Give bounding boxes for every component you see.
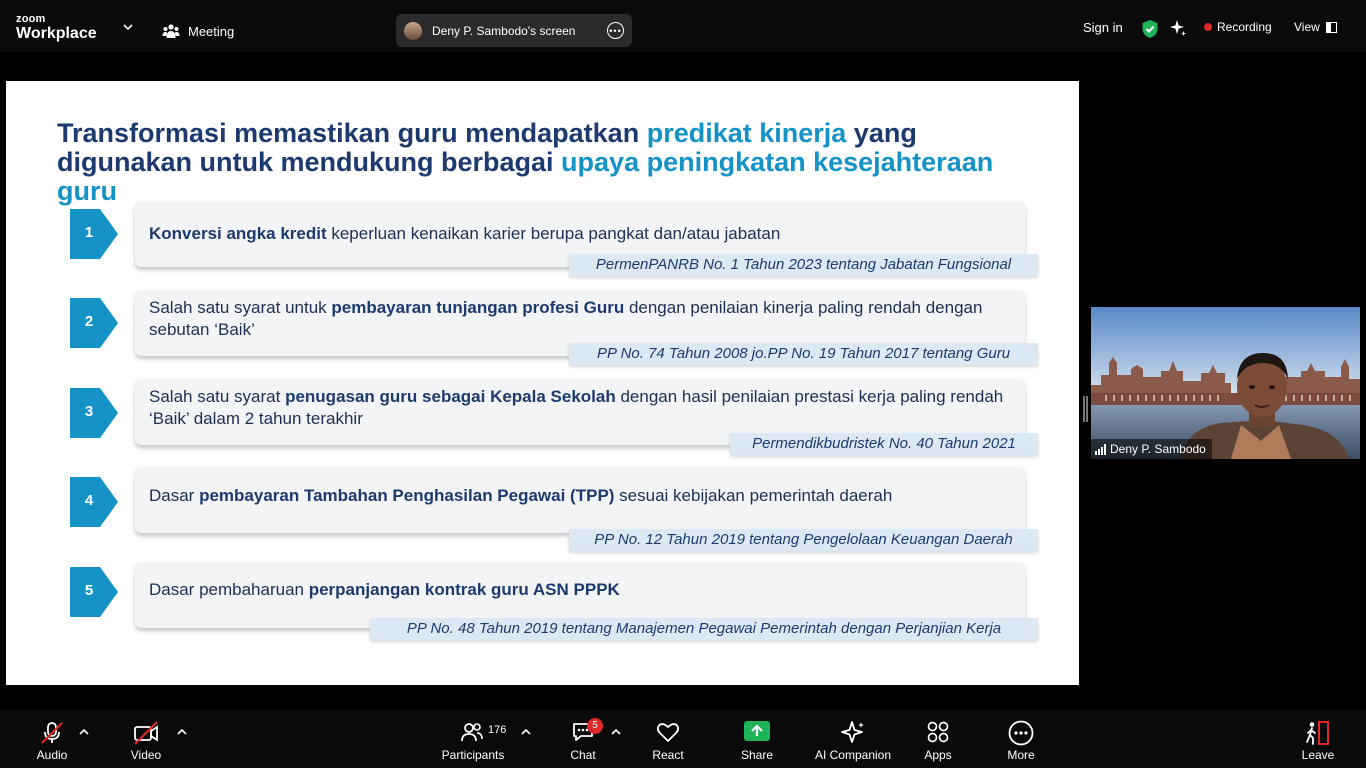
- more-options-icon[interactable]: •••: [607, 22, 624, 39]
- reference-label: PermenPANRB No. 1 Tahun 2023 tentang Jab…: [569, 254, 1038, 276]
- screen-share-indicator[interactable]: Deny P. Sambodo's screen •••: [396, 14, 632, 47]
- item-text: Dasar pembayaran Tambahan Penghasilan Pe…: [149, 486, 893, 505]
- camera-off-icon: [134, 721, 158, 745]
- participant-name: Deny P. Sambodo: [1110, 442, 1206, 456]
- apps-button[interactable]: Apps: [918, 710, 958, 768]
- ai-companion-icon: [841, 721, 864, 743]
- item-number: 4: [84, 492, 94, 509]
- audio-label: Audio: [36, 748, 68, 762]
- item-number: 3: [84, 403, 94, 420]
- title-part-1: Transformasi memastikan guru mendapatkan: [57, 118, 647, 148]
- ai-companion-button[interactable]: AI Companion: [811, 710, 895, 768]
- heart-icon: [656, 723, 680, 742]
- ai-sparkle-icon[interactable]: [1169, 19, 1187, 37]
- panel-resize-handle[interactable]: [1083, 396, 1088, 422]
- ai-companion-label: AI Companion: [814, 748, 892, 762]
- number-badge-5: 5: [70, 567, 118, 617]
- video-label: Video: [130, 748, 162, 762]
- reference-label: PP No. 48 Tahun 2019 tentang Manajemen P…: [370, 618, 1038, 640]
- shared-slide: Transformasi memastikan guru mendapatkan…: [6, 81, 1079, 685]
- participant-name-label: Deny P. Sambodo: [1091, 439, 1212, 459]
- number-badge-3: 3: [70, 388, 118, 438]
- reference-label: PP No. 74 Tahun 2008 jo.PP No. 19 Tahun …: [569, 343, 1038, 365]
- chat-unread-badge: 5: [587, 718, 603, 734]
- react-button[interactable]: React: [648, 710, 688, 768]
- participants-button[interactable]: 176 Participants: [440, 710, 506, 768]
- item-number: 1: [84, 224, 94, 241]
- view-layout-icon: [1325, 21, 1337, 33]
- participants-label: Participants: [441, 748, 505, 762]
- share-button[interactable]: Share: [737, 710, 777, 768]
- chevron-up-icon[interactable]: [611, 728, 621, 736]
- sign-in-link[interactable]: Sign in: [1083, 20, 1123, 35]
- participant-video-tile[interactable]: Deny P. Sambodo: [1091, 307, 1360, 459]
- video-button[interactable]: Video: [124, 710, 168, 768]
- more-icon: [1008, 720, 1034, 746]
- react-label: React: [652, 748, 684, 762]
- number-badge-2: 2: [70, 298, 118, 348]
- avatar: [404, 21, 422, 40]
- chat-button[interactable]: 5 Chat: [563, 710, 603, 768]
- chat-label: Chat: [570, 748, 596, 762]
- chevron-down-icon[interactable]: [122, 22, 134, 32]
- recording-indicator[interactable]: Recording: [1204, 20, 1272, 34]
- meeting-people-icon: [162, 24, 180, 38]
- item-text: Salah satu syarat penugasan guru sebagai…: [149, 387, 1004, 428]
- apps-icon: [927, 721, 949, 743]
- screen-share-label: Deny P. Sambodo's screen: [432, 23, 576, 38]
- number-badge-1: 1: [70, 209, 118, 259]
- leave-button[interactable]: Leave: [1298, 710, 1338, 768]
- leave-label: Leave: [1301, 748, 1335, 762]
- apps-label: Apps: [924, 748, 952, 762]
- item-text: Salah satu syarat untuk pembayaran tunja…: [149, 298, 983, 339]
- item-text: Konversi angka kredit keperluan kenaikan…: [149, 224, 781, 243]
- more-label: More: [1007, 748, 1035, 762]
- chevron-up-icon[interactable]: [177, 728, 187, 736]
- leave-door-icon: [1306, 721, 1329, 745]
- top-bar: zoom Workplace Meeting Deny P. Sambodo's…: [0, 0, 1366, 52]
- microphone-muted-icon: [41, 722, 63, 744]
- recording-dot-icon: [1204, 23, 1212, 31]
- recording-label: Recording: [1217, 20, 1272, 34]
- reference-label: PP No. 12 Tahun 2019 tentang Pengelolaan…: [569, 529, 1038, 551]
- meeting-menu-button[interactable]: Meeting: [162, 20, 234, 42]
- meeting-toolbar: Audio Video 176 Participants 5 Chat Reac: [0, 710, 1366, 768]
- chevron-up-icon[interactable]: [521, 728, 531, 736]
- zoom-workplace-logo: zoom Workplace: [16, 14, 97, 42]
- meeting-label: Meeting: [188, 23, 235, 39]
- reference-label: Permendikbudristek No. 40 Tahun 2021: [730, 433, 1038, 455]
- number-badge-4: 4: [70, 477, 118, 527]
- brand-zoom: zoom: [16, 13, 46, 25]
- chevron-up-icon[interactable]: [79, 728, 89, 736]
- slide-title: Transformasi memastikan guru mendapatkan…: [57, 119, 1057, 206]
- participants-icon: [461, 723, 483, 742]
- title-highlight-1: predikat kinerja: [646, 118, 847, 148]
- item-number: 5: [84, 582, 94, 599]
- share-screen-icon: [744, 721, 770, 741]
- view-label: View: [1294, 20, 1320, 34]
- brand-workplace: Workplace: [16, 25, 97, 42]
- list-item: Dasar pembayaran Tambahan Penghasilan Pe…: [135, 467, 1025, 533]
- item-number: 2: [84, 313, 94, 330]
- view-button[interactable]: View: [1294, 20, 1337, 34]
- more-button[interactable]: More: [1001, 710, 1041, 768]
- shield-check-icon[interactable]: [1141, 19, 1159, 39]
- item-text: Dasar pembaharuan perpanjangan kontrak g…: [149, 580, 620, 599]
- signal-strength-icon: [1095, 443, 1106, 455]
- share-label: Share: [740, 748, 774, 762]
- audio-button[interactable]: Audio: [30, 710, 74, 768]
- participant-count: 176: [488, 724, 507, 736]
